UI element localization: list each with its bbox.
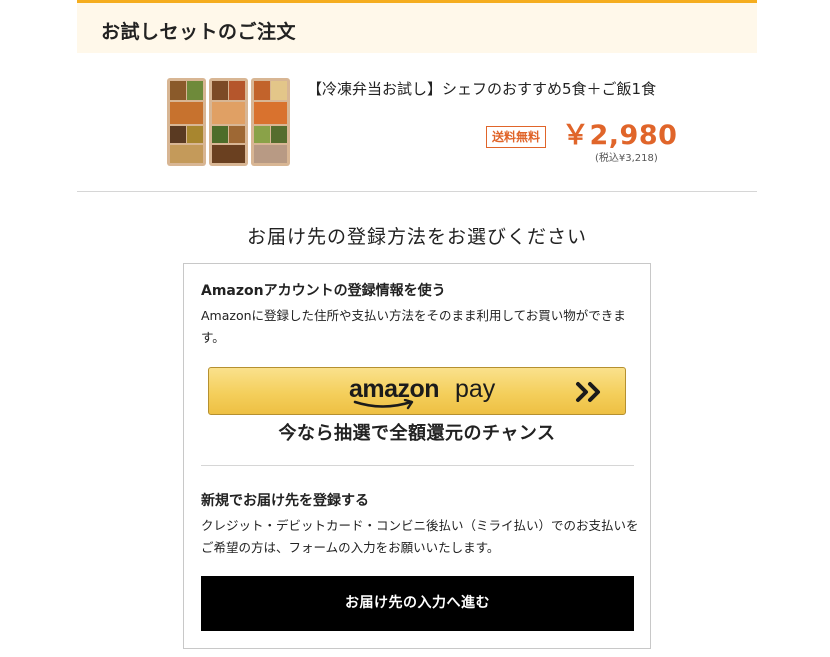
order-title: お試しセットのご注文 (101, 21, 297, 43)
product-price-tax-included: (税込¥3,218) (595, 153, 658, 164)
amazon-pay-button[interactable]: amazon pay (208, 367, 626, 415)
delivery-method-heading: お届け先の登録方法をお選びください (246, 226, 587, 248)
order-page: お試しセットのご注文 【冷凍弁当お試し】シェフのおすすめ5食＋ご飯1食 送料無料… (77, 0, 757, 657)
amazon-pay-logo: amazon pay (349, 372, 509, 412)
product-summary: 【冷凍弁当お試し】シェフのおすすめ5食＋ご飯1食 送料無料 ￥2,980 (税込… (77, 53, 757, 192)
double-chevron-right-icon (576, 382, 600, 402)
new-address-option-description: クレジット・デビットカード・コンビニ後払い（ミライ払い）でのお支払いをご希望の方… (201, 518, 639, 555)
campaign-text: 今なら抽選で全額還元のチャンス (278, 423, 556, 444)
amazon-smile-arrow-icon (353, 399, 414, 410)
amazon-option-description: Amazonに登録した住所や支払い方法をそのまま利用してお買い物ができます。 (201, 308, 626, 345)
pay-wordmark: pay (455, 375, 496, 403)
meal-tray-right (251, 78, 290, 166)
free-shipping-badge: 送料無料 (486, 126, 547, 148)
proceed-to-address-form-button[interactable]: お届け先の入力へ進む (201, 576, 634, 631)
delivery-options-box: Amazonアカウントの登録情報を使う Amazonに登録した住所や支払い方法を… (183, 263, 651, 649)
product-thumbnail (166, 77, 291, 167)
product-name: 【冷凍弁当お試し】シェフのおすすめ5食＋ご飯1食 (307, 80, 657, 98)
meal-tray-center (209, 78, 248, 166)
amazon-option-title: Amazonアカウントの登録情報を使う (201, 283, 446, 299)
options-divider (201, 465, 634, 466)
order-header: お試しセットのご注文 (77, 0, 757, 53)
product-price: ￥2,980 (562, 120, 678, 151)
new-address-option-title: 新規でお届け先を登録する (201, 493, 369, 509)
meal-tray-left (167, 78, 206, 166)
